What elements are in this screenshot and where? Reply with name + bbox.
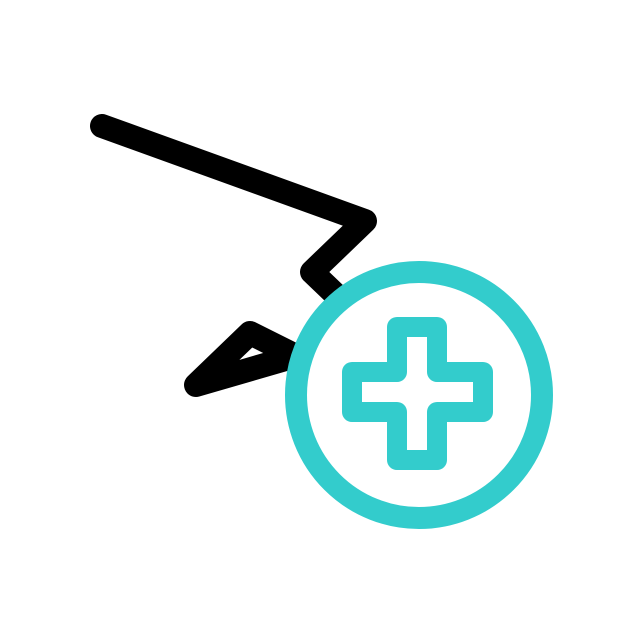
cursor-add-icon	[90, 114, 553, 529]
icon-canvas	[0, 0, 640, 640]
plus-circle-icon	[285, 261, 553, 529]
